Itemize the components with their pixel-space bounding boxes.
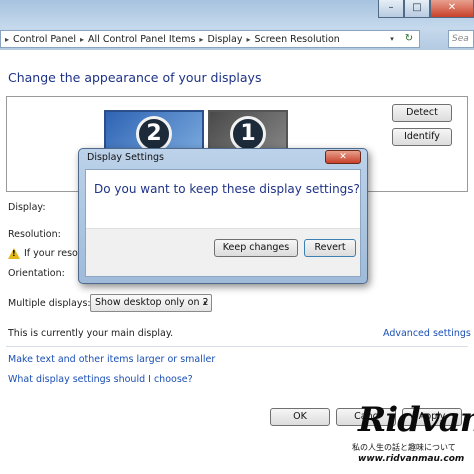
- breadcrumb-separator: ▸: [246, 34, 251, 44]
- breadcrumb-control-panel[interactable]: Control Panel: [13, 34, 76, 45]
- monitor-number-badge: 2: [136, 116, 172, 152]
- what-settings-link[interactable]: What display settings should I choose?: [8, 374, 193, 385]
- address-bar[interactable]: ▸ Control Panel ▸ All Control Panel Item…: [0, 30, 420, 48]
- watermark: Ridvan 私の人生の話と趣味について www.ridvanmau.com: [352, 400, 474, 470]
- breadcrumb-display[interactable]: Display: [207, 34, 242, 45]
- page-title: Change the appearance of your displays: [8, 70, 262, 85]
- window-controls: – □ ✕: [378, 0, 474, 18]
- resolution-warning: If your resolu: [8, 248, 87, 259]
- dialog-body: Do you want to keep these display settin…: [85, 169, 361, 277]
- maximize-button[interactable]: □: [404, 0, 430, 18]
- minimize-button[interactable]: –: [378, 0, 404, 18]
- advanced-settings-link[interactable]: Advanced settings: [383, 328, 471, 339]
- breadcrumb-screen-resolution[interactable]: Screen Resolution: [254, 34, 339, 45]
- text-size-link[interactable]: Make text and other items larger or smal…: [8, 354, 215, 365]
- multiple-displays-label: Multiple displays:: [8, 298, 91, 309]
- main-display-text: This is currently your main display.: [8, 328, 174, 339]
- breadcrumb-all-items[interactable]: All Control Panel Items: [88, 34, 195, 45]
- search-input[interactable]: Sea: [448, 30, 474, 48]
- divider: [6, 346, 468, 347]
- refresh-icon[interactable]: ↻: [401, 31, 417, 47]
- dialog-question: Do you want to keep these display settin…: [94, 182, 360, 196]
- ok-button[interactable]: OK: [270, 408, 330, 426]
- window-titlebar: – □ ✕: [0, 0, 474, 28]
- detect-button[interactable]: Detect: [392, 104, 452, 122]
- watermark-subtitle: 私の人生の話と趣味について: [352, 443, 456, 452]
- watermark-url: www.ridvanmau.com: [358, 454, 465, 464]
- address-row: ▸ Control Panel ▸ All Control Panel Item…: [0, 28, 474, 50]
- multiple-displays-select[interactable]: Show desktop only on 2 ▾: [90, 294, 212, 312]
- watermark-logo: Ridvan: [358, 400, 474, 440]
- breadcrumb: ▸ Control Panel ▸ All Control Panel Item…: [1, 34, 340, 45]
- monitor-number-badge: 1: [230, 116, 266, 152]
- dialog-footer: Keep changes Revert: [86, 228, 360, 276]
- dialog-close-button[interactable]: ✕: [325, 150, 361, 164]
- keep-changes-button[interactable]: Keep changes: [214, 239, 298, 257]
- breadcrumb-separator: ▸: [199, 34, 204, 44]
- multiple-displays-value: Show desktop only on 2: [95, 297, 209, 308]
- chevron-down-icon[interactable]: ▾: [385, 31, 399, 47]
- orientation-label: Orientation:: [8, 268, 65, 279]
- display-settings-dialog: Display Settings ✕ Do you want to keep t…: [78, 148, 368, 284]
- close-button[interactable]: ✕: [430, 0, 474, 18]
- warning-icon: [8, 248, 20, 259]
- resolution-label: Resolution:: [8, 229, 61, 240]
- breadcrumb-separator: ▸: [80, 34, 85, 44]
- revert-button[interactable]: Revert: [304, 239, 356, 257]
- identify-button[interactable]: Identify: [392, 128, 452, 146]
- display-label: Display:: [8, 202, 46, 213]
- dialog-title: Display Settings: [87, 152, 165, 163]
- chevron-down-icon: ▾: [203, 299, 207, 307]
- breadcrumb-separator: ▸: [5, 34, 10, 44]
